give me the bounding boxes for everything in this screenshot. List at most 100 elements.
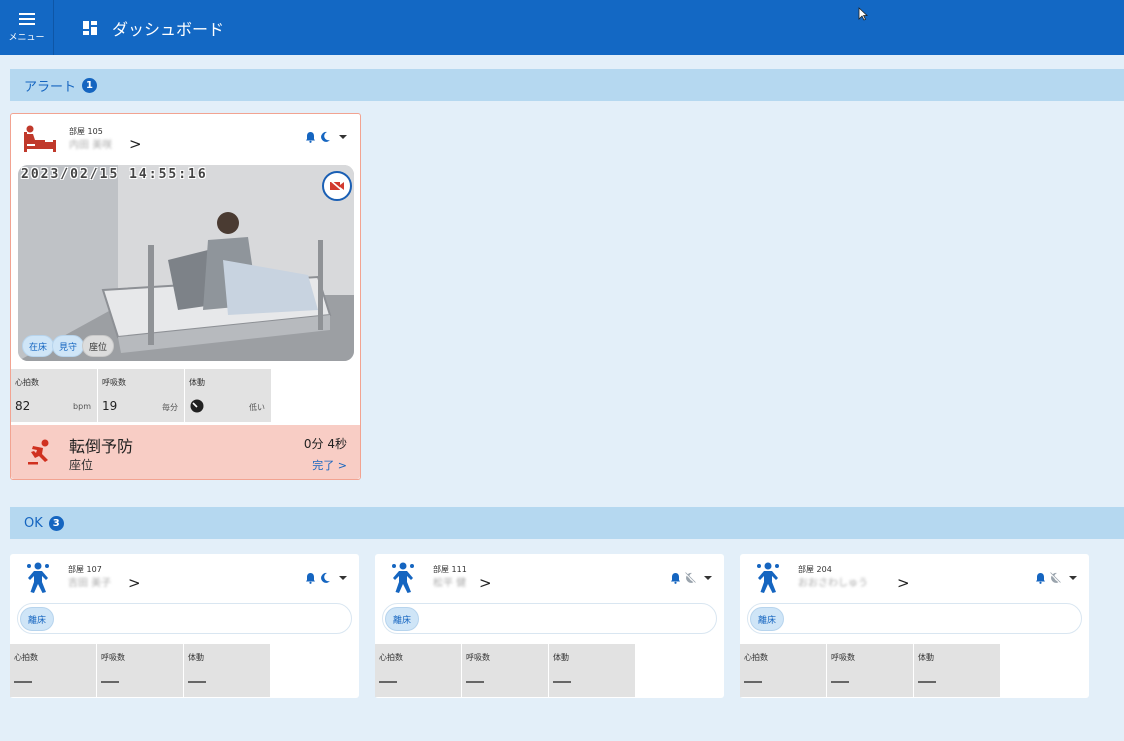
bell-icon [306,573,315,584]
respiration-cell: 呼吸数 [827,644,913,697]
respiration-cell: 呼吸数 [462,644,548,697]
empty-value-dash [918,681,936,683]
notification-controls[interactable] [305,572,347,584]
alert-title: 転倒予防 [69,437,134,456]
ok-section-header: OK 3 [10,507,1124,539]
empty-value-dash [553,681,571,683]
status-chip-out-of-bed: 離床 [20,607,54,631]
walking-person-icon [27,562,49,593]
alert-subtitle: 座位 [69,458,94,472]
dropdown-arrow-icon [704,576,712,580]
body-motion-label: 体動 [918,653,934,662]
empty-value-dash [14,681,32,683]
heart-rate-value: 82 [15,399,31,413]
walking-person-icon [392,562,414,593]
status-chip-watching: 見守 [52,335,85,357]
vitals-row: 心拍数 呼吸数 体動 [10,644,271,697]
mouse-cursor-icon [858,7,868,21]
status-chip-in-bed: 在床 [22,335,55,357]
moon-icon [321,131,330,142]
status-chips: 在床 見守 座位 [22,335,115,357]
heart-rate-label: 心拍数 [14,653,38,662]
card-header: 部屋 107 吉田 美子 > [10,554,359,600]
motion-gauge-icon [190,399,204,413]
menu-button[interactable]: メニュー [0,0,54,55]
room-detail-chevron[interactable]: > [128,574,141,592]
room-detail-chevron[interactable]: > [479,574,492,592]
ok-section-label: OK [24,515,43,531]
heart-rate-cell: 心拍数 [10,644,96,697]
camera-off-icon [329,179,345,193]
ok-room-card[interactable]: 部屋 111 松平 健 > 離床 心拍数 呼吸数 体動 [375,554,724,698]
heart-rate-cell: 心拍数 [375,644,461,697]
respiration-value: 19 [102,399,118,413]
alert-section-header: アラート 1 [10,69,1124,101]
moon-off-icon [684,572,696,584]
resident-name: おおさわしゅう [798,578,868,589]
fall-risk-icon [28,439,49,465]
heart-rate-unit: bpm [73,402,91,411]
bell-icon [671,573,680,584]
alert-elapsed-time: 0分 4秒 [303,437,347,451]
ok-room-card[interactable]: 部屋 204 おおさわしゅう > 離床 心拍数 呼吸数 体動 [740,554,1089,698]
respiration-label: 呼吸数 [831,653,855,662]
body-motion-label: 体動 [188,653,204,662]
ok-count-badge: 3 [48,515,64,531]
dropdown-arrow-icon [1069,576,1077,580]
respiration-label: 呼吸数 [466,653,490,662]
alert-room-card[interactable]: 部屋 105 内田 美咲 > 2023/02/15 14:55:16 在床 見守… [10,113,361,480]
status-chip-sitting: 座位 [82,335,115,357]
walking-person-icon [757,562,779,593]
hamburger-icon [18,12,35,25]
empty-value-dash [379,681,397,683]
heart-rate-cell: 心拍数 82 bpm [11,369,97,422]
respiration-label: 呼吸数 [102,378,126,387]
respiration-cell: 呼吸数 [97,644,183,697]
respiration-cell: 呼吸数 19 毎分 [98,369,184,422]
vitals-row: 心拍数 呼吸数 体動 [375,644,636,697]
dropdown-arrow-icon [339,135,347,139]
card-header: 部屋 105 内田 美咲 > [11,114,360,160]
vitals-row: 心拍数 呼吸数 体動 [740,644,1001,697]
card-header: 部屋 204 おおさわしゅう > [740,554,1089,600]
bell-icon [306,132,315,143]
respiration-label: 呼吸数 [101,653,125,662]
room-detail-chevron[interactable]: > [129,135,142,153]
resident-name: 内田 美咲 [69,140,113,151]
page-title-text: ダッシュボード [112,19,225,39]
body-motion-level: 低い [249,403,265,412]
body-motion-cell: 体動 [914,644,1000,697]
body-motion-label: 体動 [553,653,569,662]
status-bar: 離床 [17,603,352,634]
alert-banner[interactable]: 転倒予防 座位 0分 4秒 完了 > [11,425,360,479]
empty-value-dash [188,681,206,683]
camera-timestamp: 2023/02/15 14:55:16 [21,167,208,182]
heart-rate-label: 心拍数 [744,653,768,662]
camera-off-button[interactable] [322,171,352,201]
alert-section-label: アラート [24,79,77,95]
app-header: メニュー ダッシュボード [0,0,1124,55]
moon-off-icon [1049,572,1061,584]
alert-complete-button[interactable]: 完了 > [312,457,347,473]
bell-icon [1036,573,1045,584]
body-motion-cell: 体動 [184,644,270,697]
notification-controls[interactable] [670,572,712,584]
room-detail-chevron[interactable]: > [897,574,910,592]
status-chip-out-of-bed: 離床 [385,607,419,631]
dropdown-arrow-icon [339,576,347,580]
camera-image [18,165,354,361]
camera-feed[interactable]: 2023/02/15 14:55:16 在床 見守 座位 [18,165,354,361]
heart-rate-label: 心拍数 [15,378,39,387]
notification-controls[interactable] [1035,572,1077,584]
status-chip-out-of-bed: 離床 [750,607,784,631]
body-motion-cell: 体動 [549,644,635,697]
body-motion-cell: 体動 低い [185,369,271,422]
ok-room-card[interactable]: 部屋 107 吉田 美子 > 離床 心拍数 呼吸数 体動 [10,554,359,698]
empty-value-dash [101,681,119,683]
resident-name: 松平 健 [433,578,467,589]
moon-icon [321,572,330,583]
heart-rate-cell: 心拍数 [740,644,826,697]
menu-label: メニュー [8,32,45,43]
card-header: 部屋 111 松平 健 > [375,554,724,600]
notification-controls[interactable] [305,131,347,143]
